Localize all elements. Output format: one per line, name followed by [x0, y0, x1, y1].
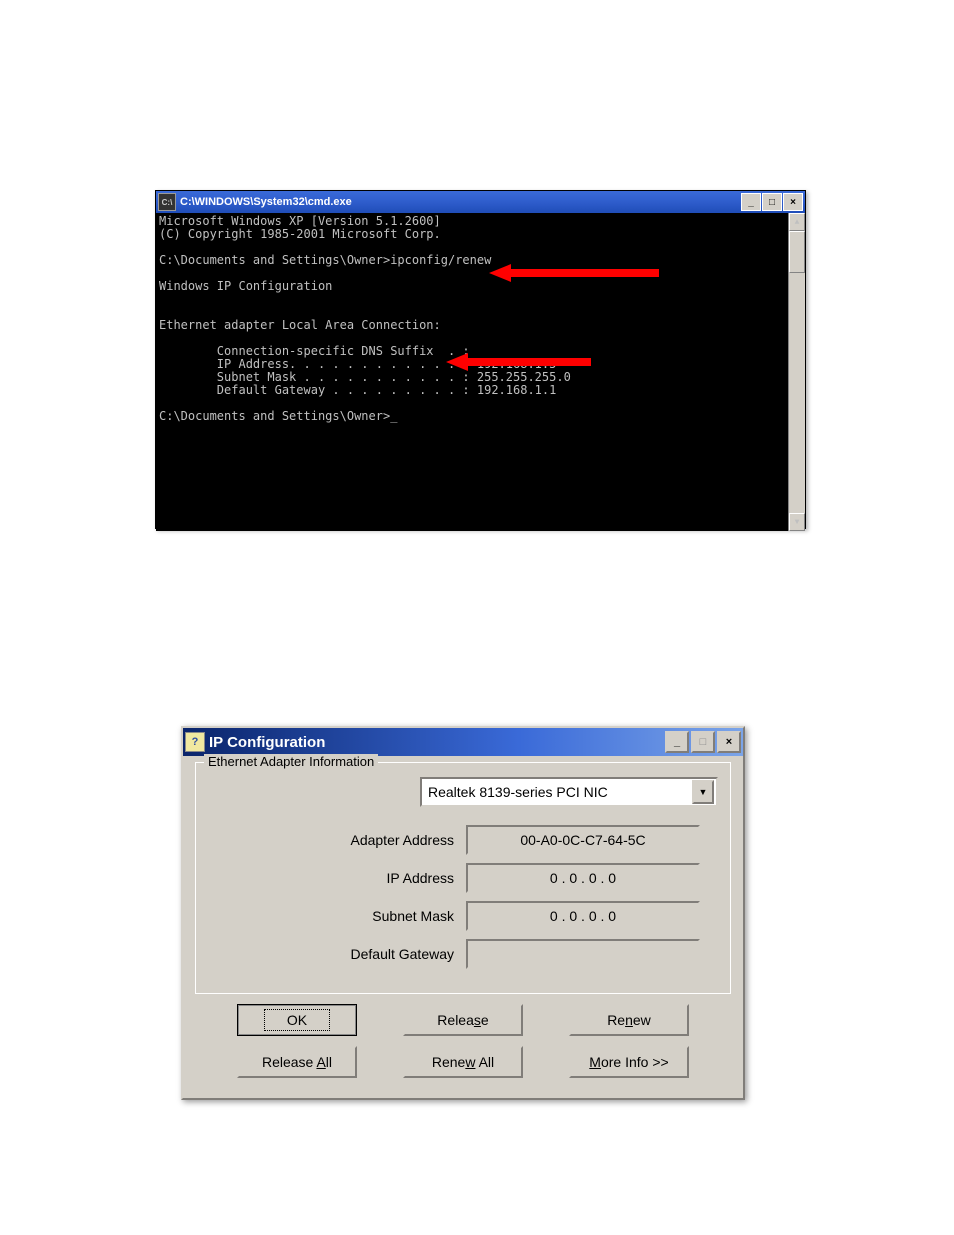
close-button[interactable]: × [717, 731, 741, 753]
minimize-button[interactable]: _ [741, 193, 761, 211]
default-gateway-row: Default Gateway [208, 939, 718, 969]
ip-address-row: IP Address 0 . 0 . 0 . 0 [208, 863, 718, 893]
ipconfig-body: Ethernet Adapter Information Realtek 813… [183, 756, 743, 1098]
ipconfig-title: IP Configuration [209, 734, 665, 751]
cmd-titlebar[interactable]: C:\ C:\WINDOWS\System32\cmd.exe _ □ × [156, 191, 805, 213]
release-button[interactable]: Release [403, 1004, 523, 1036]
adapter-select-row: Realtek 8139-series PCI NIC ▼ [208, 777, 718, 807]
release-all-button[interactable]: Release All [237, 1046, 357, 1078]
ipconfig-icon: ? [185, 732, 205, 752]
scroll-track[interactable] [789, 273, 805, 513]
fieldset-legend: Ethernet Adapter Information [204, 754, 378, 769]
adapter-address-label: Adapter Address [208, 832, 466, 848]
subnet-mask-label: Subnet Mask [208, 908, 466, 924]
more-info-button[interactable]: More Info >> [569, 1046, 689, 1078]
maximize-button[interactable]: □ [762, 193, 782, 211]
renew-all-button[interactable]: Renew All [403, 1046, 523, 1078]
button-row-2: Release All Renew All More Info >> [195, 1046, 731, 1078]
close-button[interactable]: × [783, 193, 803, 211]
cmd-title: C:\WINDOWS\System32\cmd.exe [180, 196, 741, 208]
maximize-button: □ [691, 731, 715, 753]
chevron-down-icon[interactable]: ▼ [692, 780, 714, 804]
scroll-thumb[interactable] [789, 231, 805, 273]
renew-button[interactable]: Renew [569, 1004, 689, 1036]
window-buttons: _ □ × [741, 193, 803, 211]
adapter-address-value: 00-A0-0C-C7-64-5C [466, 825, 700, 855]
ipconfig-dialog: ? IP Configuration _ □ × Ethernet Adapte… [181, 726, 745, 1100]
cmd-window: C:\ C:\WINDOWS\System32\cmd.exe _ □ × Mi… [155, 190, 806, 529]
subnet-mask-value: 0 . 0 . 0 . 0 [466, 901, 700, 931]
adapter-dropdown[interactable]: Realtek 8139-series PCI NIC ▼ [420, 777, 718, 807]
scroll-up-button[interactable]: ▲ [789, 213, 805, 231]
vertical-scrollbar[interactable]: ▲ ▼ [788, 213, 805, 531]
default-gateway-value [466, 939, 700, 969]
button-row-1: OK Release Renew [195, 1004, 731, 1036]
cmd-icon: C:\ [158, 193, 176, 211]
subnet-mask-row: Subnet Mask 0 . 0 . 0 . 0 [208, 901, 718, 931]
ip-address-label: IP Address [208, 870, 466, 886]
minimize-button[interactable]: _ [665, 731, 689, 753]
default-gateway-label: Default Gateway [208, 946, 466, 962]
adapter-fieldset: Ethernet Adapter Information Realtek 813… [195, 762, 731, 994]
cmd-output: Microsoft Windows XP [Version 5.1.2600] … [159, 215, 802, 423]
ok-button[interactable]: OK [237, 1004, 357, 1036]
ipconfig-titlebar[interactable]: ? IP Configuration _ □ × [183, 728, 743, 756]
scroll-down-button[interactable]: ▼ [789, 513, 805, 531]
adapter-selected: Realtek 8139-series PCI NIC [424, 784, 692, 800]
adapter-address-row: Adapter Address 00-A0-0C-C7-64-5C [208, 825, 718, 855]
window-buttons: _ □ × [665, 731, 741, 753]
ip-address-value: 0 . 0 . 0 . 0 [466, 863, 700, 893]
cmd-body[interactable]: Microsoft Windows XP [Version 5.1.2600] … [156, 213, 805, 531]
